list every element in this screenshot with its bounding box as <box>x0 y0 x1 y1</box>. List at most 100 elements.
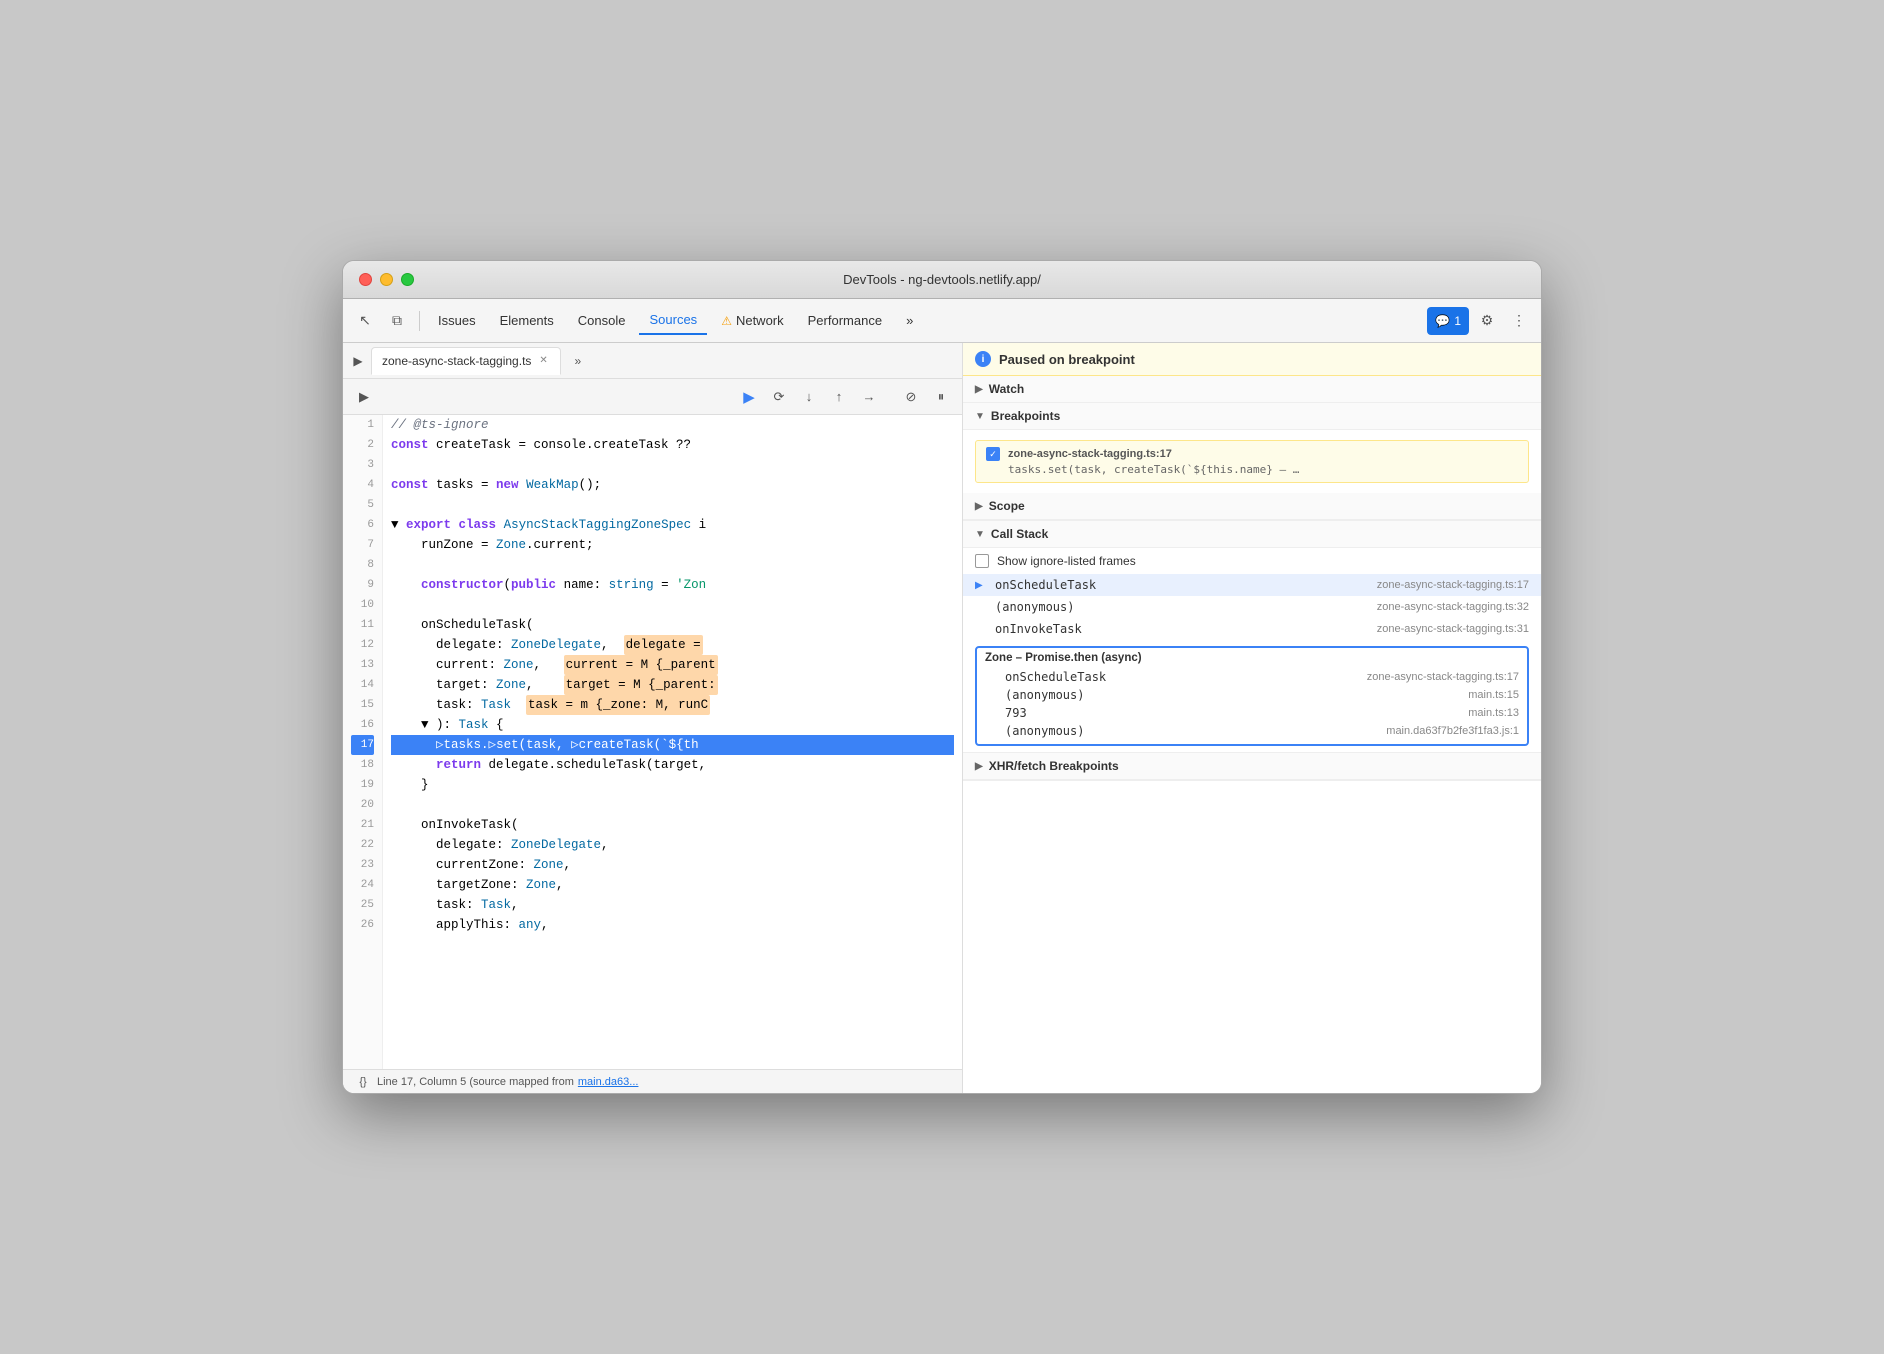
async-frame-location-2: main.ts:13 <box>1468 707 1519 719</box>
show-ignore-label: Show ignore-listed frames <box>997 554 1136 568</box>
step-over-icon: ⟳ <box>774 389 785 405</box>
file-tab[interactable]: zone-async-stack-tagging.ts ✕ <box>371 347 561 375</box>
code-line-8 <box>391 555 954 575</box>
code-line-11: onScheduleTask( <box>391 615 954 635</box>
tab-issues[interactable]: Issues <box>428 307 486 335</box>
tab-network[interactable]: ⚠ Network <box>711 307 793 335</box>
async-frame-0[interactable]: onScheduleTask zone-async-stack-tagging.… <box>985 668 1519 686</box>
chat-icon: 💬 <box>1435 314 1450 328</box>
breakpoint-checkbox[interactable]: ✓ <box>986 447 1000 461</box>
debug-panel: i Paused on breakpoint ▶ Watch ▼ Breakpo… <box>963 343 1541 1093</box>
status-text: Line 17, Column 5 (source mapped from <box>377 1076 574 1088</box>
format-button[interactable]: {} <box>353 1072 373 1092</box>
tab-issues-label: Issues <box>438 313 476 328</box>
watch-section-header[interactable]: ▶ Watch <box>963 376 1541 403</box>
breakpoints-chevron: ▼ <box>975 411 985 422</box>
status-bar: {} Line 17, Column 5 (source mapped from… <box>343 1069 962 1093</box>
breakpoint-item: ✓ zone-async-stack-tagging.ts:17 tasks.s… <box>975 440 1529 483</box>
step-over-button[interactable]: ⟳ <box>766 384 792 410</box>
async-frame-3[interactable]: (anonymous) main.da63f7b2fe3f1fa3.js:1 <box>985 722 1519 740</box>
window-title: DevTools - ng-devtools.netlify.app/ <box>843 272 1041 287</box>
toolbar-separator <box>419 311 420 331</box>
code-line-20 <box>391 795 954 815</box>
main-toolbar: ↖ ⧉ Issues Elements Console Sources ⚠ Ne… <box>343 299 1541 343</box>
traffic-lights <box>359 273 414 286</box>
close-button[interactable] <box>359 273 372 286</box>
step-icon: → <box>863 389 876 404</box>
scope-section: ▶ Scope <box>963 493 1541 521</box>
breakpoints-section: ▼ Breakpoints ✓ zone-async-stack-tagging… <box>963 403 1541 493</box>
code-area[interactable]: 1 2 3 4 5 6 7 8 9 10 11 12 13 14 15 16 1 <box>343 415 962 1069</box>
code-line-26: applyThis: any, <box>391 915 954 935</box>
tab-console[interactable]: Console <box>568 307 636 335</box>
scope-label: Scope <box>989 499 1025 513</box>
xhr-label: XHR/fetch Breakpoints <box>989 759 1119 773</box>
more-tabs-icon: » <box>906 313 913 328</box>
expand-panel-button[interactable]: ▶ <box>347 350 369 372</box>
layers-icon: ⧉ <box>392 312 402 329</box>
watch-chevron: ▶ <box>975 384 983 395</box>
more-tabs-button[interactable]: » <box>567 350 589 372</box>
show-navigator-button[interactable]: ▶ <box>351 384 377 410</box>
settings-button[interactable]: ⚙ <box>1473 307 1501 335</box>
step-out-button[interactable]: ↑ <box>826 384 852 410</box>
code-line-12: delegate: ZoneDelegate, delegate = <box>391 635 954 655</box>
watch-label: Watch <box>989 382 1025 396</box>
ignore-checkbox[interactable] <box>975 554 989 568</box>
call-frame-0[interactable]: ▶ onScheduleTask zone-async-stack-taggin… <box>963 574 1541 596</box>
frame-location-1: zone-async-stack-tagging.ts:32 <box>1377 601 1529 613</box>
code-line-5 <box>391 495 954 515</box>
deactivate-button[interactable]: ⊘ <box>898 384 924 410</box>
tab-bar: ▶ zone-async-stack-tagging.ts ✕ » <box>343 343 962 379</box>
callstack-header[interactable]: ▼ Call Stack <box>963 521 1541 548</box>
deactivate-icon: ⊘ <box>906 389 917 405</box>
resume-button[interactable]: ▶ <box>736 384 762 410</box>
breakpoints-header[interactable]: ▼ Breakpoints <box>963 403 1541 430</box>
step-into-icon: ↓ <box>806 389 813 404</box>
async-frame-1[interactable]: (anonymous) main.ts:15 <box>985 686 1519 704</box>
frame-name-0: onScheduleTask <box>995 578 1369 592</box>
code-line-3 <box>391 455 954 475</box>
cursor-tool-button[interactable]: ↖ <box>351 307 379 335</box>
tab-elements-label: Elements <box>500 313 554 328</box>
code-line-13: current: Zone, current = M {_parent <box>391 655 954 675</box>
layers-button[interactable]: ⧉ <box>383 307 411 335</box>
code-line-19: } <box>391 775 954 795</box>
call-frame-1[interactable]: (anonymous) zone-async-stack-tagging.ts:… <box>963 596 1541 618</box>
tab-sources-label: Sources <box>649 312 697 327</box>
minimize-button[interactable] <box>380 273 393 286</box>
call-frame-2[interactable]: onInvokeTask zone-async-stack-tagging.ts… <box>963 618 1541 640</box>
tab-performance[interactable]: Performance <box>798 307 892 335</box>
async-frame-name-3: (anonymous) <box>1005 724 1378 738</box>
breakpoints-content: ✓ zone-async-stack-tagging.ts:17 tasks.s… <box>963 430 1541 493</box>
code-line-16: ▼ ): Task { <box>391 715 954 735</box>
async-frame-location-0: zone-async-stack-tagging.ts:17 <box>1367 671 1519 683</box>
step-button[interactable]: → <box>856 384 882 410</box>
main-content: ▶ zone-async-stack-tagging.ts ✕ » ▶ ▶ <box>343 343 1541 1093</box>
warning-icon: ⚠ <box>721 314 732 328</box>
frame-arrow-0: ▶ <box>975 580 987 591</box>
breakpoints-label: Breakpoints <box>991 409 1060 423</box>
tab-sources[interactable]: Sources <box>639 307 707 335</box>
xhr-section-header[interactable]: ▶ XHR/fetch Breakpoints <box>963 753 1541 780</box>
tab-more-button[interactable]: » <box>896 307 923 335</box>
async-frame-location-3: main.da63f7b2fe3f1fa3.js:1 <box>1386 725 1519 737</box>
scope-header[interactable]: ▶ Scope <box>963 493 1541 520</box>
chat-button[interactable]: 💬 1 <box>1427 307 1469 335</box>
pause-button[interactable]: ⏸ <box>928 384 954 410</box>
tab-elements[interactable]: Elements <box>490 307 564 335</box>
tab-network-label: Network <box>736 313 784 328</box>
source-map-link[interactable]: main.da63... <box>578 1076 639 1088</box>
code-line-21: onInvokeTask( <box>391 815 954 835</box>
tab-performance-label: Performance <box>808 313 882 328</box>
code-line-18: return delegate.scheduleTask(target, <box>391 755 954 775</box>
file-tab-name: zone-async-stack-tagging.ts <box>382 354 531 368</box>
titlebar: DevTools - ng-devtools.netlify.app/ <box>343 261 1541 299</box>
async-header: Zone – Promise.then (async) <box>985 652 1519 664</box>
maximize-button[interactable] <box>401 273 414 286</box>
breakpoint-code: tasks.set(task, createTask(`${this.name}… <box>986 463 1518 476</box>
async-frame-2[interactable]: 793 main.ts:13 <box>985 704 1519 722</box>
more-menu-button[interactable]: ⋮ <box>1505 307 1533 335</box>
step-into-button[interactable]: ↓ <box>796 384 822 410</box>
close-tab-button[interactable]: ✕ <box>537 353 549 368</box>
